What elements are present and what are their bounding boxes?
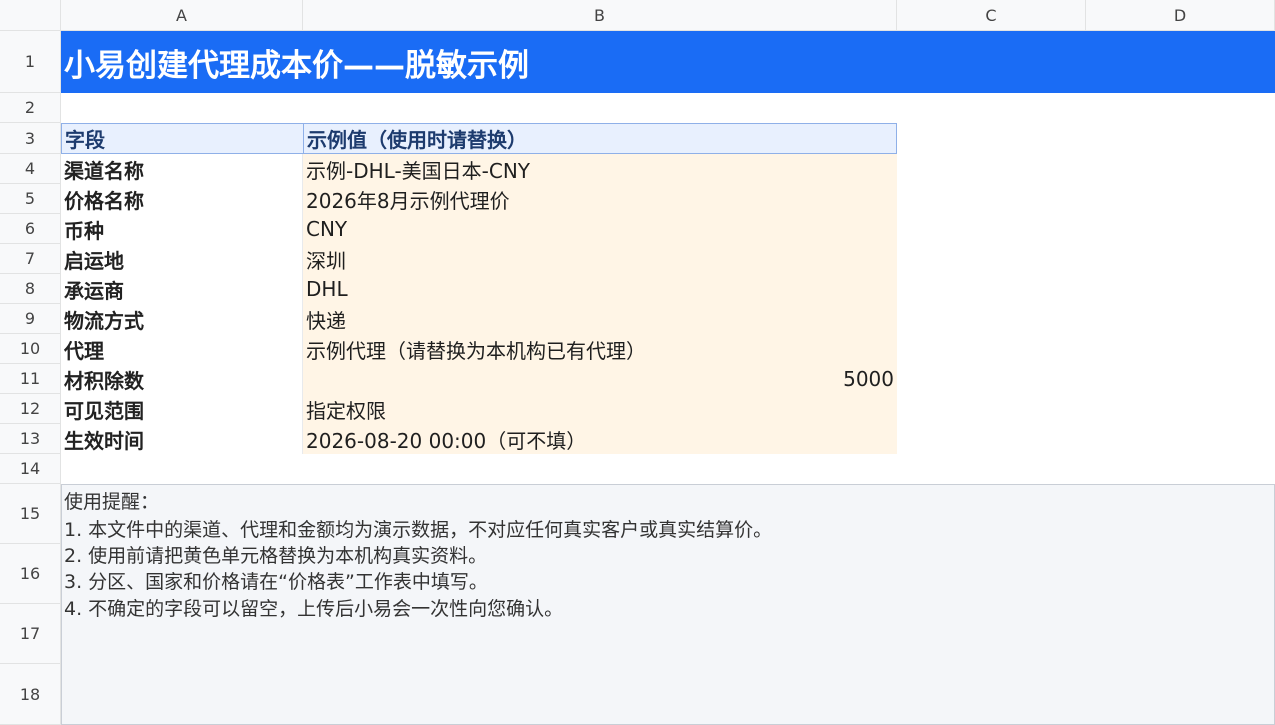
column-header-b[interactable]: B <box>303 0 897 31</box>
field-label-cell[interactable]: 代理 <box>61 334 303 364</box>
field-value-cell[interactable]: 指定权限 <box>303 394 897 424</box>
note-line: 2. 使用前请把黄色单元格替换为本机构真实资料。 <box>64 545 488 567</box>
row-header[interactable]: 15 <box>0 484 61 544</box>
field-label-cell[interactable]: 可见范围 <box>61 394 303 424</box>
row-header[interactable]: 12 <box>0 394 61 424</box>
column-header-a[interactable]: A <box>61 0 303 31</box>
field-value-cell[interactable]: 深圳 <box>303 244 897 274</box>
field-label-cell[interactable]: 币种 <box>61 214 303 244</box>
row-header[interactable]: 3 <box>0 123 61 154</box>
field-value-cell[interactable]: 示例-DHL-美国日本-CNY <box>303 154 897 184</box>
row-header[interactable]: 18 <box>0 664 61 725</box>
row-header[interactable]: 9 <box>0 304 61 334</box>
row-header[interactable]: 5 <box>0 184 61 214</box>
select-all-corner[interactable] <box>0 0 61 31</box>
field-label-cell[interactable]: 物流方式 <box>61 304 303 334</box>
field-value-cell[interactable]: 2026-08-20 00:00（可不填） <box>303 424 897 454</box>
column-header-c[interactable]: C <box>897 0 1086 31</box>
column-divider <box>302 154 303 454</box>
note-line: 3. 分区、国家和价格请在“价格表”工作表中填写。 <box>64 571 488 593</box>
row-header[interactable]: 8 <box>0 274 61 304</box>
row-header[interactable]: 7 <box>0 244 61 274</box>
field-label-cell[interactable]: 材积除数 <box>61 364 303 394</box>
field-value-cell[interactable]: 示例代理（请替换为本机构已有代理） <box>303 334 897 364</box>
field-value-cell[interactable]: CNY <box>303 214 897 244</box>
field-value-cell[interactable]: DHL <box>303 274 897 304</box>
field-value-cell[interactable]: 2026年8月示例代理价 <box>303 184 897 214</box>
field-label-cell[interactable]: 渠道名称 <box>61 154 303 184</box>
row-header[interactable]: 13 <box>0 424 61 454</box>
row-header[interactable]: 2 <box>0 93 61 123</box>
header-cell-value[interactable]: 示例值（使用时请替换） <box>303 123 897 154</box>
row-header[interactable]: 6 <box>0 214 61 244</box>
sheet-title: 小易创建代理成本价——脱敏示例 <box>64 47 529 84</box>
notes-heading: 使用提醒： <box>64 491 160 513</box>
row-header[interactable]: 17 <box>0 604 61 664</box>
column-header-d[interactable]: D <box>1086 0 1275 31</box>
row-header[interactable]: 11 <box>0 364 61 394</box>
note-line: 4. 不确定的字段可以留空，上传后小易会一次性向您确认。 <box>64 598 564 620</box>
field-label-cell[interactable]: 价格名称 <box>61 184 303 214</box>
header-cell-field[interactable]: 字段 <box>61 123 304 154</box>
field-label-cell[interactable]: 生效时间 <box>61 424 303 454</box>
row-header[interactable]: 16 <box>0 544 61 604</box>
field-label-cell[interactable]: 承运商 <box>61 274 303 304</box>
field-label-cell[interactable]: 启运地 <box>61 244 303 274</box>
note-line: 1. 本文件中的渠道、代理和金额均为演示数据，不对应任何真实客户或真实结算价。 <box>64 519 773 541</box>
row-header[interactable]: 14 <box>0 454 61 484</box>
row-header[interactable]: 1 <box>0 31 61 93</box>
row-header[interactable]: 4 <box>0 154 61 184</box>
field-value-cell[interactable]: 5000 <box>303 364 897 394</box>
field-value-cell[interactable]: 快递 <box>303 304 897 334</box>
row-header[interactable]: 10 <box>0 334 61 364</box>
